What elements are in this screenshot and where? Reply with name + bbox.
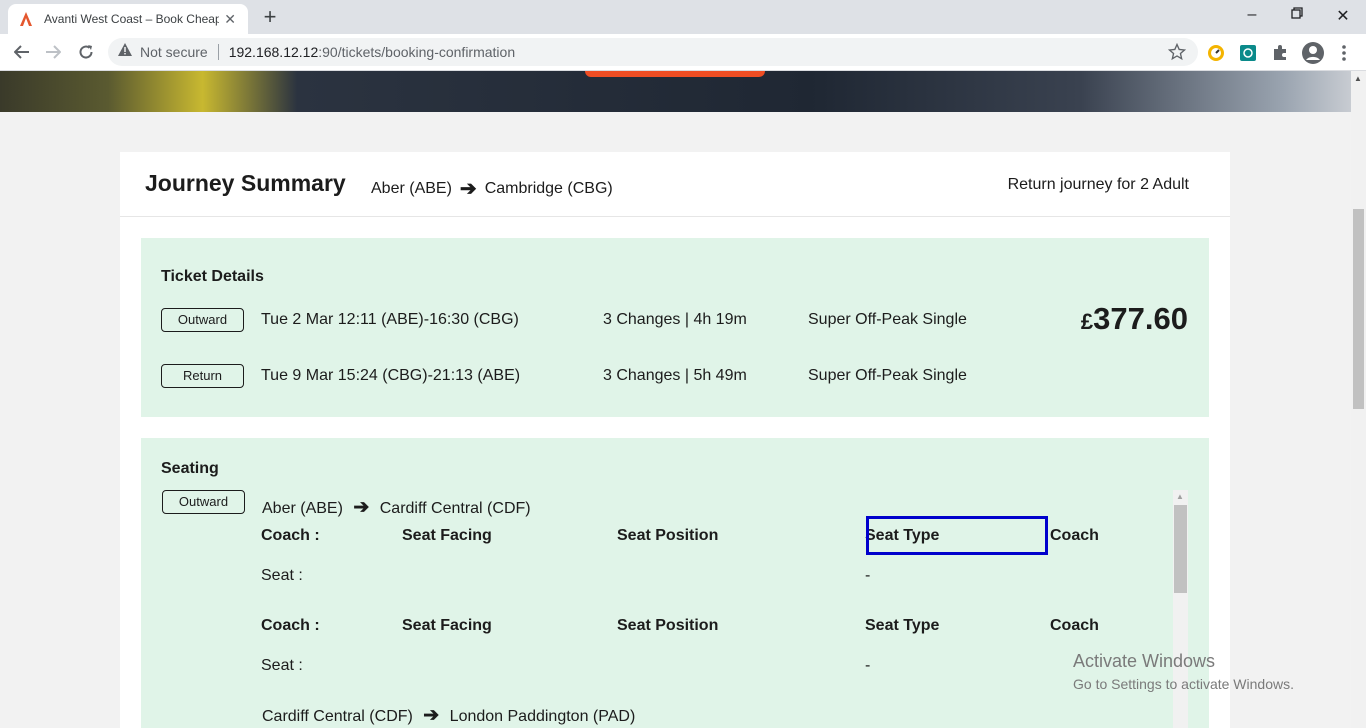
watermark-line-1: Activate Windows — [1073, 651, 1216, 671]
seat-type-header: Seat Type — [865, 617, 940, 634]
leg-1-from: Aber (ABE) — [262, 500, 343, 517]
browser-toolbar: Not secure 192.168.12.12:90/tickets/book… — [0, 34, 1366, 71]
page-title: Journey Summary — [145, 170, 346, 196]
outward-fare: Super Off-Peak Single — [808, 311, 967, 328]
arrow-right-icon: ➔ — [423, 705, 440, 726]
forward-icon[interactable] — [43, 42, 63, 62]
tab-close-icon[interactable]: ✕ — [224, 11, 236, 28]
leg-2-from: Cardiff Central (CDF) — [262, 708, 413, 725]
url-text[interactable]: 192.168.12.12:90/tickets/booking-confirm… — [229, 44, 515, 60]
outward-badge: Outward — [161, 308, 244, 332]
destination-station: Cambridge (CBG) — [484, 179, 613, 197]
total-price: £377.60 — [1081, 301, 1188, 337]
outward-changes: 3 Changes | 4h 19m — [603, 311, 747, 328]
origin-station: Aber (ABE) — [371, 179, 452, 197]
extensions-puzzle-icon[interactable] — [1270, 43, 1290, 63]
coach-col-header: Coach — [1050, 527, 1099, 544]
tab-bar: Avanti West Coast – Book Cheap ✕ + – ✕ — [0, 0, 1366, 34]
seating-outward-badge: Outward — [162, 490, 245, 514]
leg-1-to: Cardiff Central (CDF) — [379, 500, 531, 517]
ticket-details-panel: Ticket Details Outward Tue 2 Mar 12:11 (… — [141, 238, 1209, 417]
url-host: 192.168.12.12 — [228, 44, 319, 60]
tab-title: Avanti West Coast – Book Cheap — [44, 12, 219, 26]
return-changes: 3 Changes | 5h 49m — [603, 367, 747, 384]
price-amount: 377.60 — [1093, 301, 1188, 336]
return-times: Tue 9 Mar 15:24 (CBG)-21:13 (ABE) — [261, 367, 521, 384]
browser-menu-icon[interactable] — [1334, 43, 1354, 63]
page-scroll-thumb[interactable] — [1353, 209, 1364, 409]
coach-header: Coach : — [261, 617, 320, 634]
summary-header: Journey Summary Aber (ABE) ➔ Cambridge (… — [120, 152, 1230, 217]
reload-icon[interactable] — [76, 42, 96, 62]
back-icon[interactable] — [12, 42, 32, 62]
address-bar[interactable]: Not secure 192.168.12.12:90/tickets/book… — [108, 38, 1198, 66]
seat-type-value: - — [865, 567, 871, 584]
seating-scrollbar[interactable]: ▲ — [1173, 490, 1188, 728]
minimize-icon[interactable]: – — [1242, 6, 1262, 24]
leg-2-route: Cardiff Central (CDF) ➔ London Paddingto… — [262, 704, 635, 727]
scroll-up-arrow-icon[interactable]: ▲ — [1354, 74, 1362, 83]
seat-position-header: Seat Position — [617, 617, 719, 634]
arrow-right-icon: ➔ — [353, 497, 370, 518]
return-fare: Super Off-Peak Single — [808, 367, 967, 384]
coach-col-header: Coach — [1050, 617, 1099, 634]
page-scrollbar[interactable]: ▲ — [1351, 71, 1366, 728]
seating-scroll-thumb[interactable] — [1174, 505, 1187, 593]
avanti-favicon-icon — [18, 11, 34, 27]
divider — [217, 44, 219, 60]
ticket-details-heading: Ticket Details — [161, 268, 264, 285]
seat-position-header: Seat Position — [617, 527, 719, 544]
activate-windows-watermark: Activate Windows Go to Settings to activ… — [1073, 651, 1294, 692]
journey-summary-card: Journey Summary Aber (ABE) ➔ Cambridge (… — [120, 152, 1230, 728]
selection-highlight — [866, 516, 1048, 555]
seating-heading: Seating — [161, 460, 219, 477]
seat-label: Seat : — [261, 567, 303, 584]
currency-symbol: £ — [1080, 309, 1094, 334]
extension-gauge-icon[interactable] — [1206, 43, 1226, 63]
seat-label: Seat : — [261, 657, 303, 674]
url-path: :90/tickets/booking-confirmation — [318, 44, 516, 60]
outward-times: Tue 2 Mar 12:11 (ABE)-16:30 (CBG) — [261, 311, 519, 328]
security-label: Not secure — [140, 44, 208, 60]
bookmark-star-icon[interactable] — [1167, 42, 1187, 66]
arrow-right-icon: ➔ — [459, 178, 477, 200]
leg-2-to: London Paddington (PAD) — [449, 708, 636, 725]
journey-route: Aber (ABE) ➔ Cambridge (CBG) — [371, 176, 613, 201]
passenger-summary: Return journey for 2 Adult — [1007, 176, 1189, 193]
return-badge: Return — [161, 364, 244, 388]
profile-avatar-icon[interactable] — [1301, 41, 1325, 65]
hero-cta-button[interactable] — [585, 71, 765, 77]
seat-facing-header: Seat Facing — [402, 617, 492, 634]
browser-tab[interactable]: Avanti West Coast – Book Cheap ✕ — [8, 4, 248, 34]
warning-icon[interactable] — [118, 43, 132, 61]
restore-icon[interactable] — [1287, 6, 1307, 24]
page-viewport: Journey Summary Aber (ABE) ➔ Cambridge (… — [0, 71, 1351, 728]
scroll-up-arrow-icon[interactable]: ▲ — [1176, 492, 1184, 501]
extension-teal-icon[interactable] — [1238, 43, 1258, 63]
close-window-icon[interactable]: ✕ — [1333, 6, 1353, 26]
leg-1-route: Aber (ABE) ➔ Cardiff Central (CDF) — [262, 496, 531, 519]
seat-facing-header: Seat Facing — [402, 527, 492, 544]
seat-type-value: - — [865, 657, 871, 674]
hero-banner-image — [0, 71, 1351, 112]
seating-panel: Seating Outward Aber (ABE) ➔ Cardiff Cen… — [141, 438, 1209, 728]
watermark-line-2: Go to Settings to activate Windows. — [1073, 676, 1294, 692]
new-tab-button[interactable]: + — [258, 6, 282, 28]
coach-header: Coach : — [261, 527, 320, 544]
